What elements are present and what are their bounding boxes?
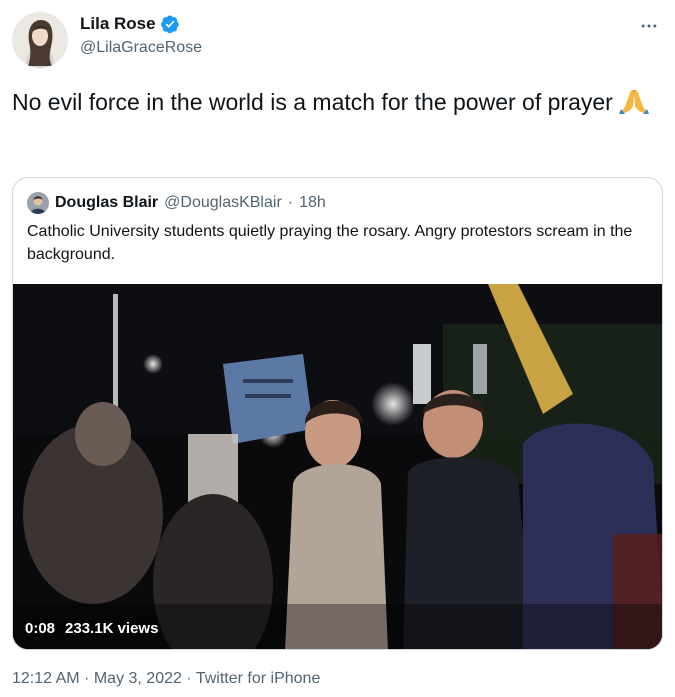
author-avatar[interactable] — [12, 12, 68, 68]
more-horizontal-icon — [641, 24, 657, 28]
tweet: Lila Rose @LilaGraceRose No evil force i… — [0, 0, 675, 697]
quoted-author-handle[interactable]: @DouglasKBlair — [164, 194, 282, 212]
quoted-tweet-text: Catholic University students quietly pra… — [27, 223, 633, 263]
author-name-row[interactable]: Lila Rose — [80, 14, 180, 34]
tweet-text: No evil force in the world is a match fo… — [12, 86, 652, 118]
verified-badge-icon — [160, 14, 180, 34]
author-handle[interactable]: @LilaGraceRose — [80, 39, 202, 57]
video-frame — [13, 284, 662, 649]
footer-separator-1: · — [84, 670, 90, 687]
quoted-meta-separator: · — [287, 194, 294, 211]
tweet-body: No evil force in the world is a match fo… — [12, 89, 613, 115]
tweet-source[interactable]: Twitter for iPhone — [196, 670, 321, 687]
quoted-tweet-age[interactable]: 18h — [299, 194, 326, 212]
video-views: 233.1K views — [65, 620, 159, 637]
video-duration: 0:08 — [25, 620, 56, 637]
quoted-tweet-card[interactable]: Douglas Blair @DouglasKBlair · 18h Catho… — [12, 177, 663, 650]
tweet-date[interactable]: May 3, 2022 — [94, 670, 182, 687]
video-player[interactable]: 0:08 233.1K views — [13, 284, 662, 649]
quoted-tweet-header: Douglas Blair @DouglasKBlair · 18h — [27, 192, 326, 214]
author-name[interactable]: Lila Rose — [80, 14, 156, 34]
quoted-author-avatar — [27, 192, 49, 214]
tweet-time[interactable]: 12:12 AM — [12, 670, 80, 687]
quoted-author-name[interactable]: Douglas Blair — [55, 194, 158, 212]
more-options-button[interactable] — [637, 14, 661, 38]
video-meta: 0:08 233.1K views — [25, 620, 158, 637]
tweet-footer: 12:12 AM · May 3, 2022 · Twitter for iPh… — [12, 670, 320, 688]
folded-hands-emoji-icon — [619, 88, 650, 114]
footer-separator-2: · — [186, 670, 192, 687]
